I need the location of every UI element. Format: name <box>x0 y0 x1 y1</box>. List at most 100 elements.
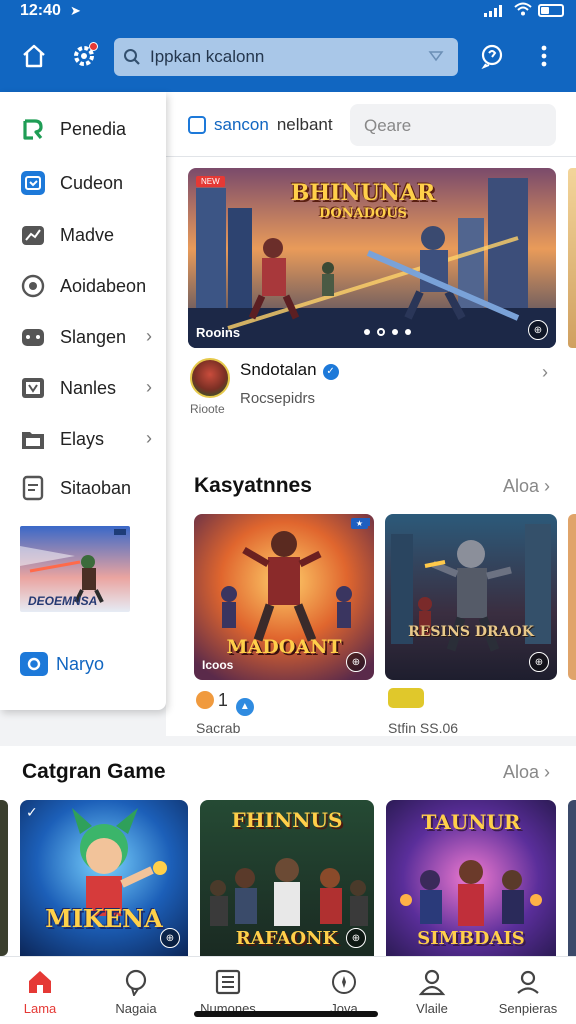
notification-dot <box>89 42 98 51</box>
sidebar-item-sitaoban[interactable]: Sitaoban <box>20 473 160 503</box>
chevron-right-icon: › <box>146 377 152 397</box>
banner-title: BHINUNAR DONADOUS <box>258 180 468 221</box>
status-time: 12:40 <box>20 2 61 19</box>
featured-banner[interactable]: NEW BHINUNAR DONADOUS Rooins ⊕ <box>188 168 556 348</box>
nav-label: Nagaia <box>115 1001 157 1016</box>
card-rating: 1 <box>217 690 228 710</box>
nav-item-numones[interactable]: Numones <box>180 967 276 1016</box>
query-input[interactable]: Qeare <box>350 104 556 146</box>
source-chip[interactable]: sancon nelbant <box>188 108 333 142</box>
main-panel: sancon nelbant Qeare NEW BHINUNAR DONADO… <box>166 92 576 456</box>
expand-icon[interactable]: ⊕ <box>160 928 180 948</box>
user-icon <box>384 967 480 997</box>
nav-item-vlaile[interactable]: Vlaile <box>384 967 480 1016</box>
next-card-peek[interactable] <box>568 514 576 680</box>
sidebar-item-label: Slangen <box>60 326 127 347</box>
chevron-down-icon[interactable] <box>428 50 458 65</box>
home-icon[interactable] <box>16 38 52 74</box>
sidebar-promo-thumbnail[interactable]: DEOEMNSA <box>20 526 130 612</box>
next-card-peek[interactable] <box>568 800 576 956</box>
app-header: 12:40 ➤ Ippkan kcalonn <box>0 0 576 92</box>
record-icon <box>20 273 46 299</box>
publisher-row[interactable]: Sndotalan ✓ Rocsepidrs Rioote › <box>190 358 556 418</box>
section-title: Catgran Game <box>22 760 166 783</box>
publisher-small-label: Rioote <box>190 402 225 416</box>
brand-logo-icon <box>20 116 46 142</box>
game-card[interactable]: ✓ MIKENA ⊕ <box>20 800 188 956</box>
carousel-dots[interactable] <box>364 328 411 336</box>
sidebar-item-nanles[interactable]: Nanles › <box>20 373 160 403</box>
chevron-right-icon: › <box>146 326 152 346</box>
sidebar-item-label: Penedia <box>60 118 127 139</box>
yellow-badge-icon <box>388 688 424 708</box>
sidebar-item-elays[interactable]: Elays › <box>20 424 160 454</box>
sidebar: Penedia Cudeon Madve Aoidabeon Slangen ›… <box>0 92 166 710</box>
game-card[interactable]: TAUNUR SIMBDAIS <box>386 800 556 956</box>
check-icon: ✓ <box>26 804 38 820</box>
sidebar-item-penedia[interactable]: Penedia <box>20 114 160 144</box>
sidebar-item-slangen[interactable]: Slangen › <box>20 322 160 352</box>
chevron-right-icon[interactable]: › <box>542 362 548 383</box>
carousel-dot[interactable] <box>364 329 370 335</box>
sidebar-item-cudeon[interactable]: Cudeon <box>20 168 160 198</box>
game-card[interactable]: RESINS DRAOK ⊕ <box>385 514 557 680</box>
section-kasyatnnes: Kasyatnnes Aloa › ★ MADOANT Icoos ⊕ 1 ▲ … <box>166 456 576 736</box>
nav-label: Lama <box>23 1001 57 1016</box>
sidebar-item-label: Cudeon <box>60 172 124 193</box>
search-bar[interactable]: Ippkan kcalonn <box>114 38 458 76</box>
new-badge: NEW <box>196 176 225 187</box>
sidebar-bottom-item[interactable]: Naryo <box>20 652 104 676</box>
nav-item-jova[interactable]: Jova <box>296 967 392 1016</box>
sidebar-item-label: Madve <box>60 224 115 245</box>
nav-item-lama[interactable]: Lama <box>0 967 88 1016</box>
document-icon <box>20 475 46 501</box>
carousel-dot[interactable] <box>405 329 411 335</box>
nav-item-nagaia[interactable]: Nagaia <box>88 967 184 1016</box>
status-bar: 12:40 ➤ <box>0 0 576 24</box>
banner-label: Rooins <box>196 325 241 340</box>
game-card[interactable]: ★ MADOANT Icoos ⊕ <box>194 514 374 680</box>
card-title-bottom: SIMBDAIS <box>417 928 525 949</box>
search-icon <box>114 48 150 66</box>
see-all-link[interactable]: Aloa › <box>503 476 550 497</box>
nav-label: Vlaile <box>416 1001 448 1016</box>
card-meta: Sacrab <box>196 720 241 736</box>
calendar-icon <box>20 170 46 196</box>
screen-icon <box>20 375 46 401</box>
expand-icon[interactable]: ⊕ <box>346 652 366 672</box>
folder-icon <box>20 426 46 452</box>
help-icon[interactable] <box>474 38 510 74</box>
sidebar-item-label: Elays <box>60 428 105 449</box>
nav-item-senpieras[interactable]: Senpieras <box>480 967 576 1016</box>
puzzle-icon <box>20 324 46 350</box>
sidebar-item-aoidabeon[interactable]: Aoidabeon <box>20 271 160 301</box>
thumbnail-title: DEOEMNSA <box>28 594 98 608</box>
expand-icon[interactable]: ⊕ <box>529 652 549 672</box>
section-title: Kasyatnnes <box>194 474 312 497</box>
search-input[interactable]: Ippkan kcalonn <box>150 47 428 67</box>
carousel-dot-active[interactable] <box>377 328 385 336</box>
home-indicator[interactable] <box>194 1011 378 1017</box>
publisher-name: Sndotalan ✓ <box>240 360 339 380</box>
prev-card-peek[interactable] <box>0 800 8 956</box>
more-icon[interactable] <box>526 38 562 74</box>
chart-icon <box>20 222 46 248</box>
sidebar-item-madve[interactable]: Madve <box>20 220 160 250</box>
expand-icon[interactable]: ⊕ <box>346 928 366 948</box>
game-card[interactable]: FHINNUS RAFAONK ⊕ <box>200 800 374 956</box>
next-banner-peek[interactable] <box>568 168 576 348</box>
card-title: RESINS DRAOK <box>408 624 534 640</box>
location-arrow-icon: ➤ <box>70 3 81 18</box>
see-all-link[interactable]: Aloa › <box>503 762 550 783</box>
chat-icon <box>88 967 184 997</box>
publisher-subtitle: Rocsepidrs <box>240 390 316 407</box>
card-label: Icoos <box>202 658 234 672</box>
carousel-dot[interactable] <box>392 329 398 335</box>
chip-secondary-label: nelbant <box>276 115 333 134</box>
settings-icon[interactable] <box>66 38 102 74</box>
expand-icon[interactable]: ⊕ <box>528 320 548 340</box>
profile-icon <box>480 967 576 997</box>
chevron-right-icon: › <box>146 428 152 448</box>
banner-title-line1: BHINUNAR <box>290 180 436 206</box>
publisher-name-text: Sndotalan <box>240 360 317 379</box>
